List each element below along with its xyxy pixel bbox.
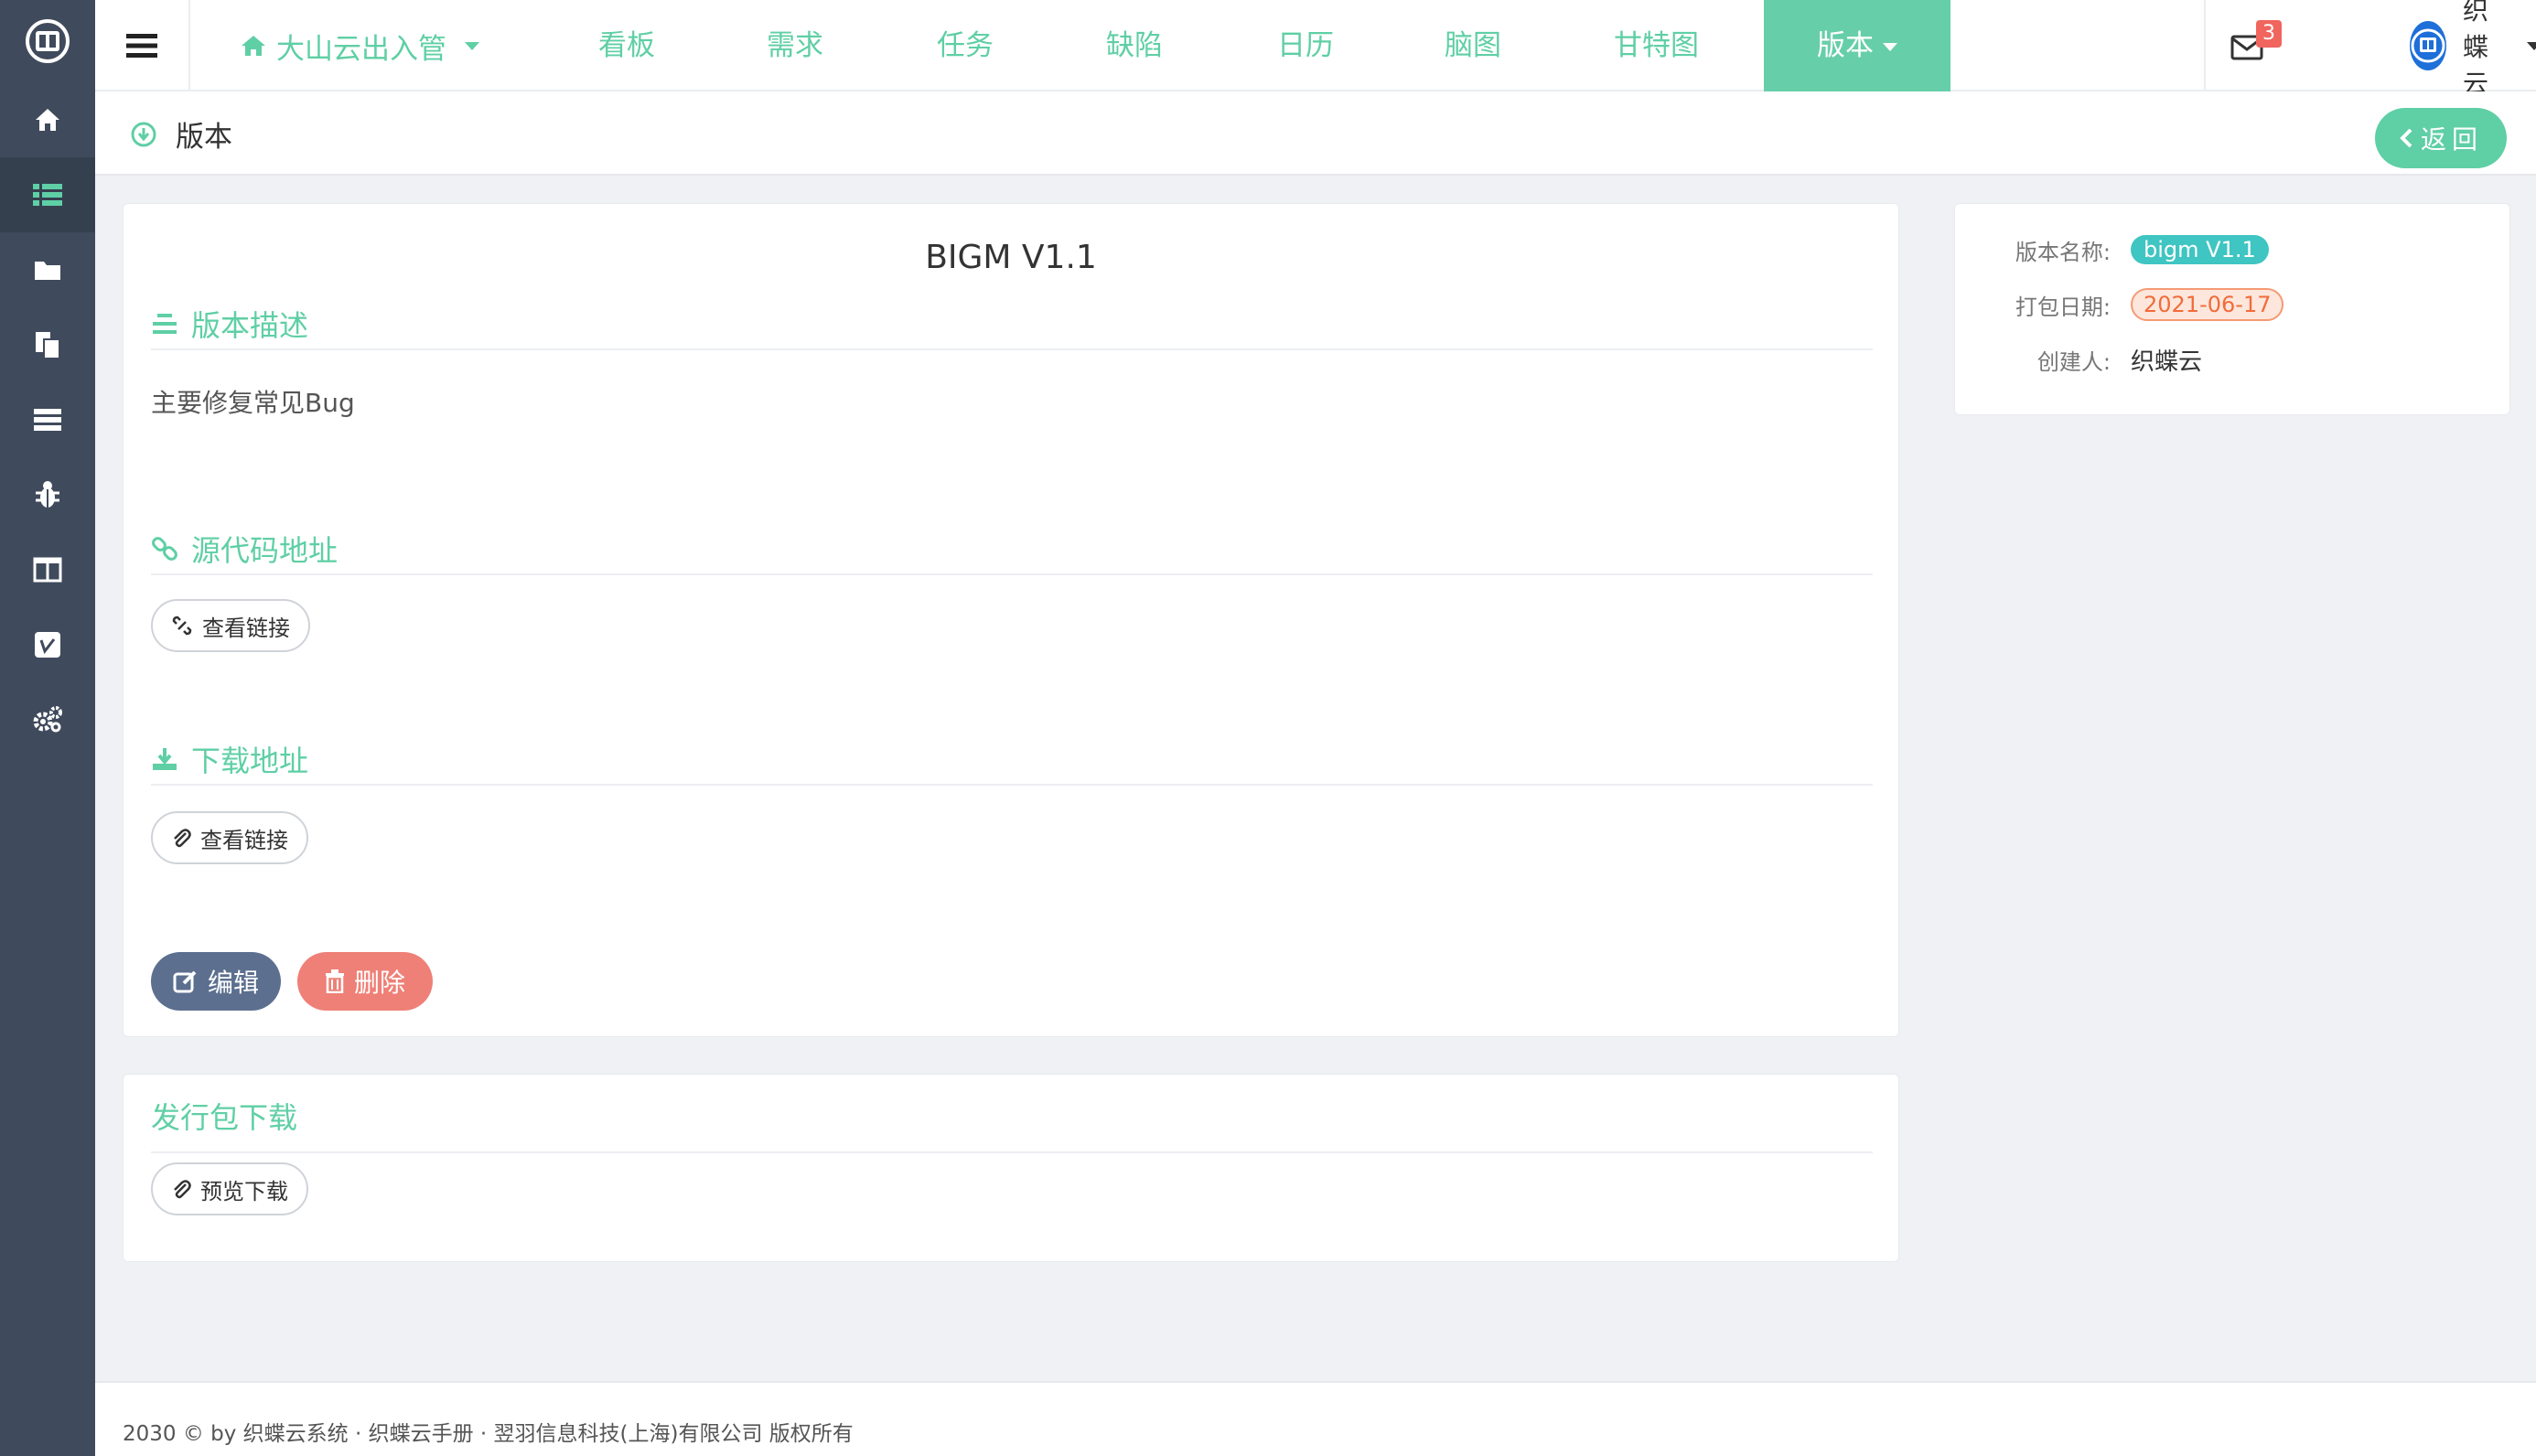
project-dropdown[interactable]: 大山云出入管 [240, 0, 479, 91]
build-date-badge: 2021-06-17 [2131, 288, 2284, 321]
version-description: 主要修复常见Bug [151, 388, 355, 418]
sidebar-item-folder[interactable] [0, 232, 95, 307]
home-icon [36, 109, 59, 131]
server-icon [34, 409, 61, 431]
source-link-label: 查看链接 [202, 615, 290, 641]
top-navbar: 大山云出入管 看板 需求 任务 缺陷 日历 脑图 甘特图 版本 3 织蝶云 [95, 0, 2536, 99]
align-icon [153, 314, 177, 334]
section-source-heading: 源代码地址 [151, 524, 1873, 575]
sidebar-item-list[interactable] [0, 157, 95, 232]
sidebar-item-server[interactable] [0, 382, 95, 457]
list-icon [33, 184, 62, 206]
release-package-card: 发行包下载 预览下载 [123, 1074, 1899, 1262]
info-row-creator: 创建人: 织蝶云 [1955, 341, 2509, 378]
cogs-icon [33, 706, 62, 733]
edit-button-label: 编辑 [207, 968, 259, 998]
preview-download-label: 预览下载 [200, 1178, 288, 1204]
bug-icon [36, 481, 59, 508]
section-download-heading: 下载地址 [151, 734, 1873, 786]
left-sidebar [0, 0, 95, 1456]
logo-icon [26, 19, 70, 63]
user-logo-icon [2411, 28, 2445, 63]
paperclip-icon [174, 829, 191, 848]
messages-button[interactable]: 3 [2230, 20, 2285, 68]
creator-label: 创建人: [2036, 348, 2111, 375]
info-row-date: 打包日期: 2021-06-17 [1955, 286, 2509, 323]
nav-version-label: 版本 [1817, 29, 1874, 62]
nav-mindmap[interactable]: 脑图 [1445, 0, 1501, 91]
trash-icon [325, 969, 344, 993]
menu-toggle-button[interactable] [95, 0, 190, 91]
release-heading: 发行包下载 [151, 1095, 1873, 1153]
info-row-name: 版本名称: bigm V1.1 [1955, 231, 2509, 268]
unlink-icon [172, 616, 192, 636]
message-count-badge: 3 [2256, 20, 2282, 48]
version-info-card: 版本名称: bigm V1.1 打包日期: 2021-06-17 创建人: 织蝶… [1954, 203, 2510, 415]
hamburger-icon [126, 34, 157, 58]
home-icon [242, 36, 265, 56]
user-menu[interactable]: 织蝶云 [2410, 0, 2536, 99]
delete-button-label: 删除 [353, 968, 405, 998]
download-icon [153, 748, 177, 770]
user-name: 织蝶云 [2463, 0, 2489, 99]
footer: 2030 © by 织蝶云系统 · 织蝶云手册 · 翌羽信息科技(上海)有限公司… [95, 1381, 2536, 1456]
footer-copyright: 2030 © by 织蝶云系统 · 织蝶云手册 · 翌羽信息科技(上海)有限公司… [123, 1422, 854, 1446]
columns-icon [33, 557, 62, 583]
page-title: 版本 [176, 121, 232, 154]
download-link-button[interactable]: 查看链接 [151, 811, 308, 864]
sidebar-item-bug[interactable] [0, 457, 95, 532]
chevron-left-icon [2400, 128, 2412, 148]
version-detail-card: BIGM V1.1 版本描述 主要修复常见Bug 源代码地址 查看链接 下载地址 [123, 203, 1899, 1037]
creator-value: 织蝶云 [2131, 348, 2203, 376]
version-title: BIGM V1.1 [925, 239, 1097, 276]
section-source-title: 源代码地址 [191, 533, 338, 568]
source-link-button[interactable]: 查看链接 [151, 599, 310, 652]
chevron-down-icon [465, 41, 479, 50]
sidebar-item-home[interactable] [0, 82, 95, 157]
sidebar-item-columns[interactable] [0, 532, 95, 607]
chevron-down-icon [2527, 41, 2536, 50]
preview-download-button[interactable]: 预览下载 [151, 1162, 308, 1215]
sidebar-item-settings[interactable] [0, 682, 95, 757]
copy-icon [36, 332, 60, 359]
vimeo-icon [35, 632, 60, 658]
version-name-badge: bigm V1.1 [2131, 235, 2269, 264]
section-download-title: 下载地址 [191, 744, 309, 778]
back-button-label: 返回 [2420, 124, 2483, 155]
nav-kanban[interactable]: 看板 [598, 0, 655, 91]
edit-button[interactable]: 编辑 [151, 952, 281, 1011]
version-name-label: 版本名称: [2015, 239, 2111, 265]
sidebar-item-copy[interactable] [0, 307, 95, 382]
section-description-title: 版本描述 [191, 308, 309, 343]
nav-tasks[interactable]: 任务 [937, 0, 994, 91]
arrow-circle-down-icon [131, 122, 156, 147]
divider [2204, 0, 2206, 91]
nav-version[interactable]: 版本 [1764, 0, 1950, 91]
link-icon [152, 537, 177, 561]
edit-icon [173, 970, 197, 993]
page-header: 版本 返回 [95, 91, 2536, 176]
folder-icon [35, 262, 60, 280]
avatar [2410, 21, 2446, 70]
delete-button[interactable]: 删除 [297, 952, 433, 1011]
project-name: 大山云出入管 [276, 32, 446, 66]
nav-calendar[interactable]: 日历 [1277, 0, 1334, 91]
section-description-heading: 版本描述 [151, 299, 1873, 350]
chevron-down-icon [1883, 43, 1897, 51]
app-logo[interactable] [0, 0, 95, 82]
nav-defects[interactable]: 缺陷 [1106, 0, 1163, 91]
nav-requirements[interactable]: 需求 [767, 0, 823, 91]
download-link-label: 查看链接 [200, 827, 288, 853]
back-button[interactable]: 返回 [2375, 108, 2507, 168]
build-date-label: 打包日期: [2015, 294, 2111, 320]
paperclip-icon [174, 1180, 191, 1199]
sidebar-item-vimeo[interactable] [0, 607, 95, 682]
nav-gantt[interactable]: 甘特图 [1614, 0, 1699, 91]
